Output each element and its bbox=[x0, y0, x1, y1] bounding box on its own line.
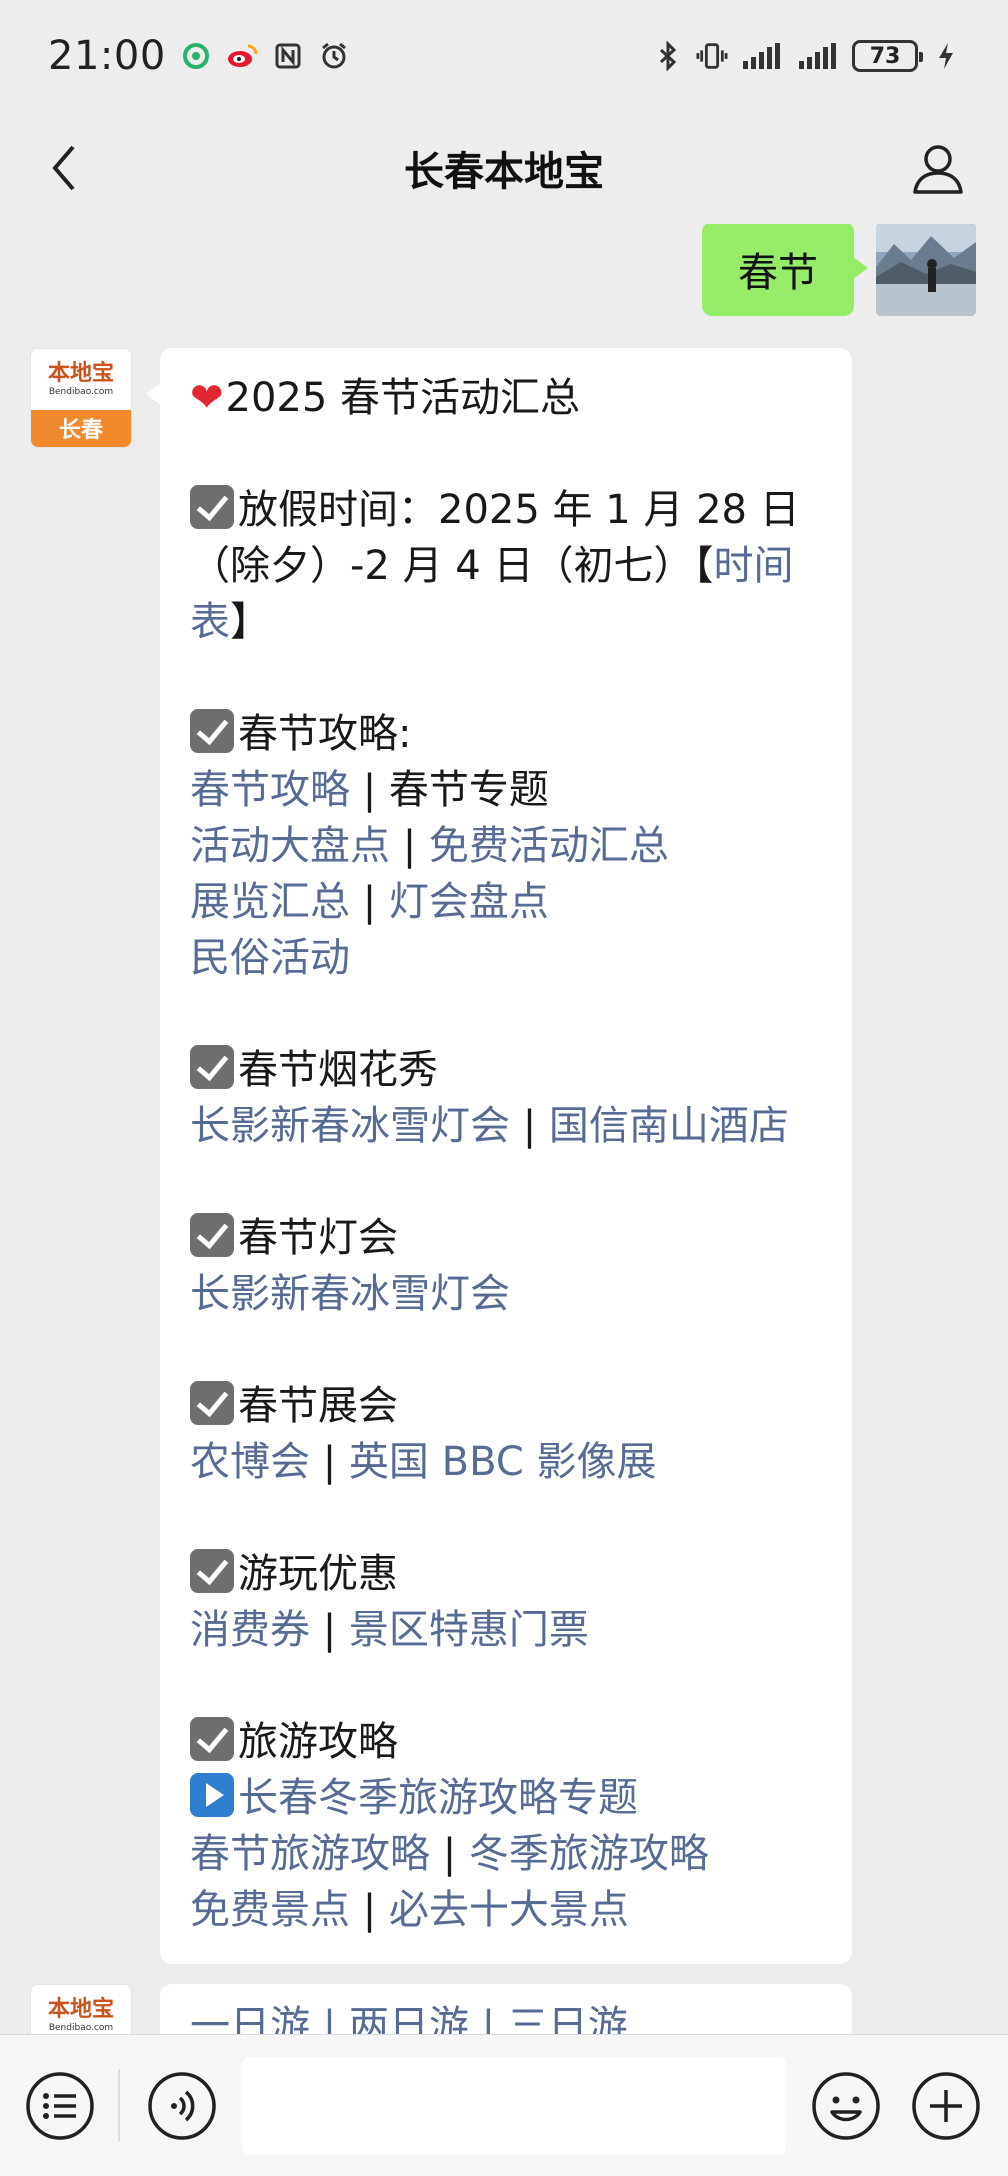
link-lantern-list[interactable]: 灯会盘点 bbox=[389, 879, 549, 925]
link-changying-lantern[interactable]: 长影新春冰雪灯会 bbox=[190, 1103, 510, 1149]
lantern-heading: 春节灯会 bbox=[238, 1215, 398, 1261]
profile-button[interactable] bbox=[908, 138, 968, 198]
bot-avatar[interactable]: 本地宝 Bendibao.com 长春 bbox=[30, 348, 132, 448]
guide-heading: 春节攻略: bbox=[238, 711, 412, 757]
alarm-icon bbox=[318, 40, 350, 72]
link-winter-travel[interactable]: 冬季旅游攻略 bbox=[469, 1831, 709, 1877]
back-button[interactable] bbox=[36, 140, 92, 196]
signal-1-icon bbox=[740, 40, 784, 72]
play-icon bbox=[190, 1773, 234, 1817]
checkbox-icon bbox=[190, 1045, 234, 1089]
next-message-text[interactable]: 一日游 | 两日游 | 三日游 bbox=[190, 1998, 822, 2034]
menu-button[interactable] bbox=[24, 2070, 96, 2142]
heart-icon: ❤ bbox=[190, 375, 224, 421]
spring-topic-text: 春节专题 bbox=[388, 767, 549, 813]
voice-button[interactable] bbox=[146, 2070, 218, 2142]
checkbox-icon bbox=[190, 1549, 234, 1593]
link-lantern-festival[interactable]: 长影新春冰雪灯会 bbox=[190, 1271, 510, 1317]
nfc-icon bbox=[272, 40, 304, 72]
link-activities[interactable]: 活动大盘点 bbox=[190, 823, 390, 869]
article-message-bubble: ❤2025 春节活动汇总 放假时间：2025 年 1 月 28 日 （除夕）-2… bbox=[146, 348, 852, 1964]
divider bbox=[118, 2069, 120, 2141]
my-message-text: 春节 bbox=[738, 250, 818, 296]
battery-indicator: 73 bbox=[852, 40, 923, 72]
status-bar: 21:00 73 bbox=[0, 0, 1008, 112]
link-spring-guide[interactable]: 春节攻略 bbox=[190, 767, 350, 813]
checkbox-icon bbox=[190, 709, 234, 753]
vibrate-icon bbox=[696, 40, 728, 72]
page-title: 长春本地宝 bbox=[404, 149, 604, 195]
link-winter-travel-topic[interactable]: 长春冬季旅游攻略专题 bbox=[238, 1775, 638, 1821]
bluetooth-icon bbox=[652, 40, 684, 72]
avatar-brand: 本地宝 bbox=[47, 359, 114, 386]
holiday-label: 放假时间：2025 年 1 月 28 日 bbox=[238, 487, 800, 533]
checkbox-icon bbox=[190, 1717, 234, 1761]
avatar-domain: Bendibao.com bbox=[48, 386, 114, 397]
travel-heading: 旅游攻略 bbox=[238, 1719, 398, 1765]
deals-heading: 游玩优惠 bbox=[238, 1551, 398, 1597]
nav-bar: 长春本地宝 bbox=[0, 112, 1008, 224]
expo-heading: 春节展会 bbox=[238, 1383, 398, 1429]
checkbox-icon bbox=[190, 485, 234, 529]
schedule-link-cont[interactable]: 表 bbox=[190, 599, 230, 645]
bottom-input-bar bbox=[0, 2034, 1008, 2176]
clock: 21:00 bbox=[48, 33, 166, 79]
link-exhibitions[interactable]: 展览汇总 bbox=[190, 879, 350, 925]
checkbox-icon bbox=[190, 1213, 234, 1257]
link-vouchers[interactable]: 消费券 bbox=[190, 1607, 310, 1653]
link-spring-travel[interactable]: 春节旅游攻略 bbox=[190, 1831, 430, 1877]
chat-area[interactable]: 春节 本地宝 Bendibao.com 长春 ❤2025 春节活动汇总 放假时间… bbox=[0, 224, 1008, 2034]
next-message-bubble: 一日游 | 两日游 | 三日游 bbox=[160, 1984, 852, 2034]
article-title: 2025 春节活动汇总 bbox=[225, 375, 581, 421]
article-title-line: ❤2025 春节活动汇总 bbox=[190, 370, 822, 426]
checkbox-icon bbox=[190, 1381, 234, 1425]
message-input[interactable] bbox=[242, 2057, 786, 2155]
link-top-ten[interactable]: 必去十大景点 bbox=[389, 1887, 629, 1933]
emoji-button[interactable] bbox=[810, 2070, 882, 2142]
schedule-link[interactable]: 时间 bbox=[713, 543, 793, 589]
add-button[interactable] bbox=[910, 2070, 982, 2142]
link-guoxin-hotel[interactable]: 国信南山酒店 bbox=[549, 1103, 789, 1149]
avatar-city: 长春 bbox=[31, 409, 131, 447]
charging-icon bbox=[930, 40, 962, 72]
fireworks-heading: 春节烟花秀 bbox=[238, 1047, 438, 1093]
my-avatar[interactable] bbox=[876, 224, 976, 316]
link-agri-expo[interactable]: 农博会 bbox=[190, 1439, 310, 1485]
link-bbc-exhibit[interactable]: 英国 BBC 影像展 bbox=[349, 1439, 657, 1485]
bracket-close: 】 bbox=[230, 599, 270, 645]
my-message-row: 春节 bbox=[702, 224, 976, 316]
link-folk-activities[interactable]: 民俗活动 bbox=[190, 935, 350, 981]
signal-2-icon bbox=[796, 40, 840, 72]
link-discount-tickets[interactable]: 景区特惠门票 bbox=[349, 1607, 589, 1653]
app-notification-icon bbox=[180, 40, 212, 72]
avatar-brand: 本地宝 bbox=[47, 1995, 114, 2022]
link-free-spots[interactable]: 免费景点 bbox=[190, 1887, 350, 1933]
holiday-range: （除夕）-2 月 4 日（初七）【 bbox=[190, 543, 714, 589]
avatar-domain: Bendibao.com bbox=[48, 2022, 114, 2033]
bot-avatar-2[interactable]: 本地宝 Bendibao.com 长春 bbox=[30, 1984, 132, 2034]
link-free-activities[interactable]: 免费活动汇总 bbox=[429, 823, 669, 869]
weibo-icon bbox=[226, 40, 258, 72]
my-message-bubble[interactable]: 春节 bbox=[702, 224, 868, 316]
